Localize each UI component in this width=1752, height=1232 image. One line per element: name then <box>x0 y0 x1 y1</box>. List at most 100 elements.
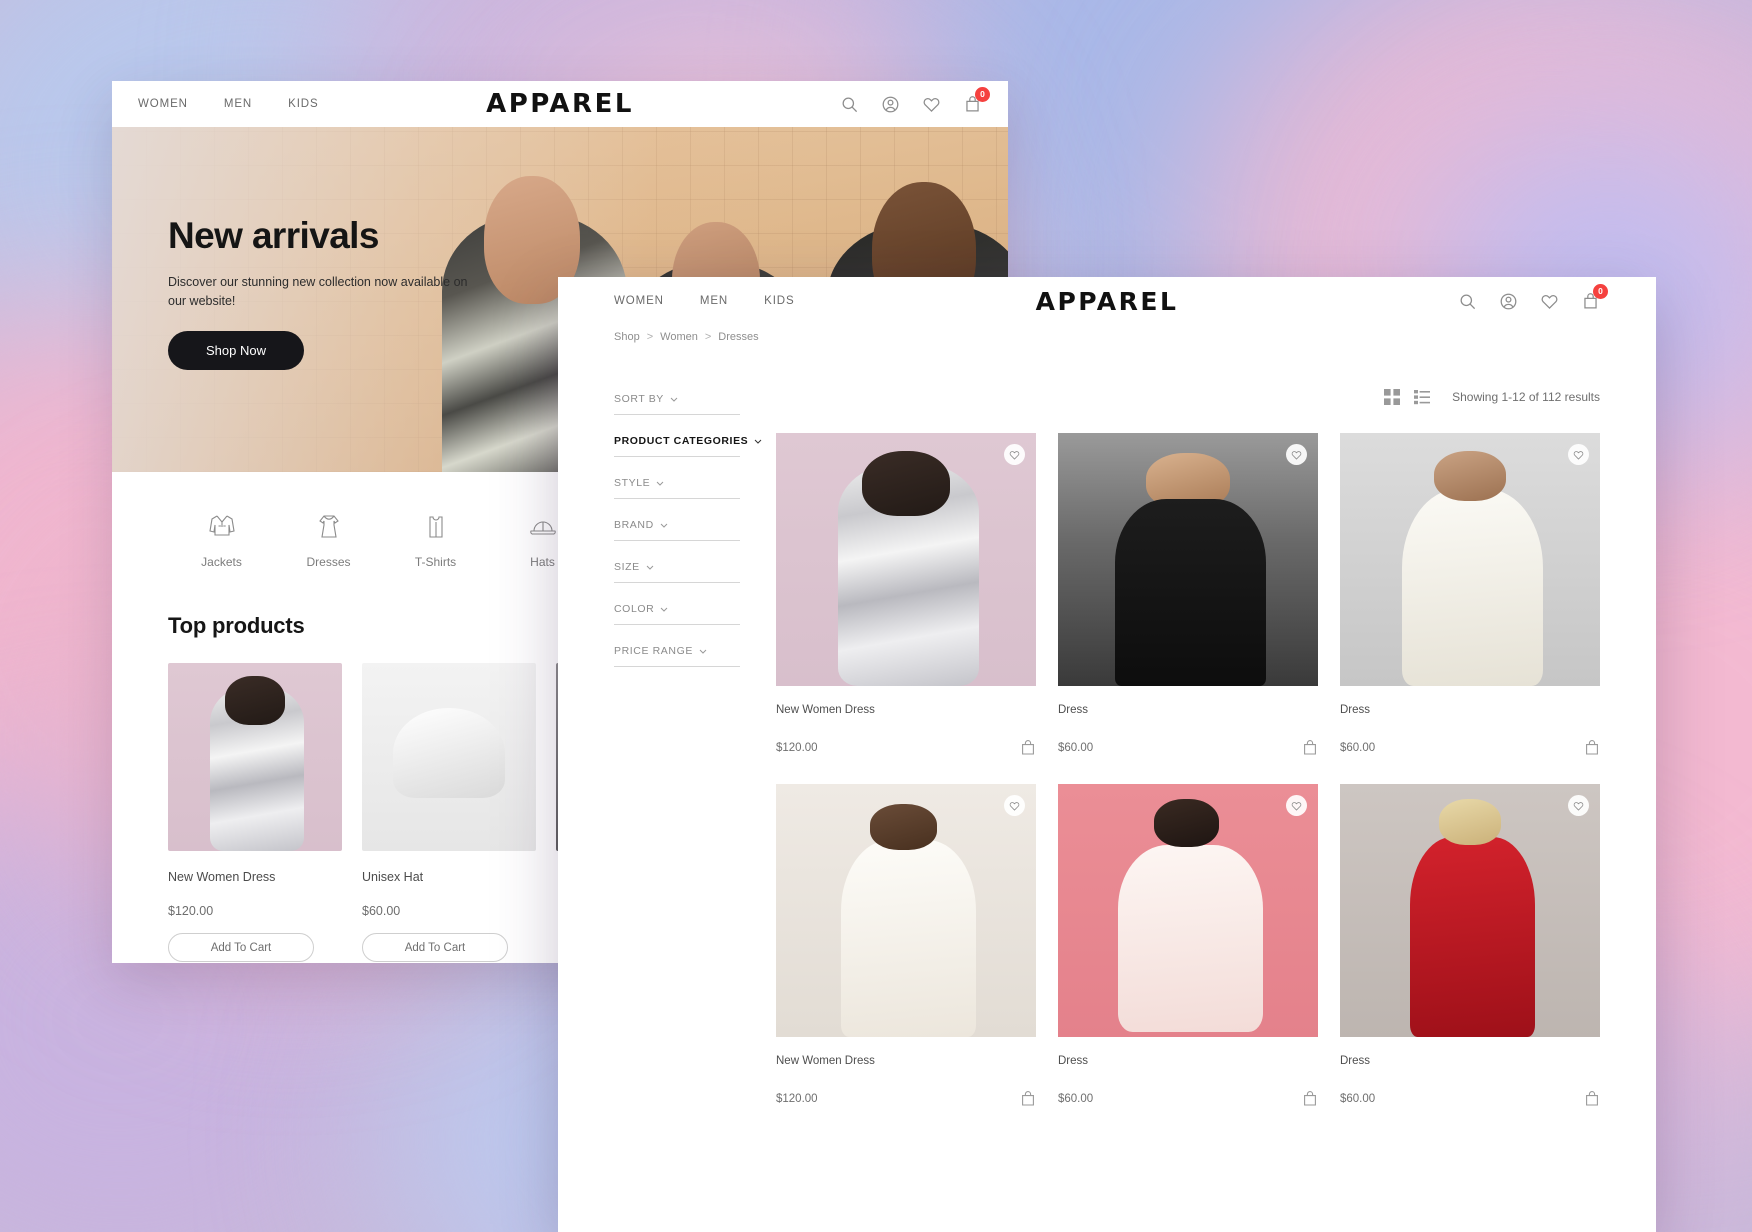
category-dresses[interactable]: Dresses <box>275 510 382 569</box>
home-main-nav: WOMEN MEN KIDS <box>138 98 319 110</box>
nav-item-kids[interactable]: KIDS <box>288 98 318 110</box>
product-meta-row: $60.00 <box>1340 1091 1600 1129</box>
cart-icon[interactable]: 0 <box>1581 283 1608 311</box>
shop-header: WOMEN MEN KIDS APPAREL 0 <box>558 277 1656 325</box>
nav-item-kids[interactable]: KIDS <box>764 295 794 307</box>
product-name: Dress <box>1340 704 1371 716</box>
product-name: Dress <box>1340 1055 1371 1067</box>
account-icon[interactable] <box>1499 292 1518 311</box>
wishlist-heart-icon[interactable] <box>1568 444 1589 465</box>
product-card[interactable]: New Women Dress $120.00 <box>776 433 1036 778</box>
shop-listing-window: WOMEN MEN KIDS APPAREL 0 Shop > Women > … <box>558 277 1656 1232</box>
product-card[interactable]: Dress $60.00 <box>1058 433 1318 778</box>
wishlist-heart-icon[interactable] <box>1540 292 1559 311</box>
product-image[interactable] <box>362 663 536 851</box>
shop-now-button[interactable]: Shop Now <box>168 330 304 370</box>
category-label: Jackets <box>201 555 242 569</box>
account-icon[interactable] <box>881 95 900 114</box>
nav-item-men[interactable]: MEN <box>224 98 252 110</box>
results-count: Showing 1-12 of 112 results <box>1452 390 1600 404</box>
product-image[interactable] <box>776 784 1036 1037</box>
product-price: $60.00 <box>1058 742 1094 754</box>
product-meta-row: $120.00 <box>776 1091 1036 1129</box>
tshirt-icon <box>428 516 443 538</box>
product-name: Dress <box>1058 1055 1089 1067</box>
filter-label: SIZE <box>614 561 640 573</box>
wishlist-heart-icon[interactable] <box>1286 444 1307 465</box>
wishlist-heart-icon[interactable] <box>1004 795 1025 816</box>
product-image[interactable] <box>1340 784 1600 1037</box>
shop-main-nav: WOMEN MEN KIDS <box>614 295 795 307</box>
nav-item-women[interactable]: WOMEN <box>138 98 188 110</box>
add-to-bag-icon[interactable] <box>1303 1091 1318 1107</box>
add-to-bag-icon[interactable] <box>1021 740 1036 756</box>
product-card[interactable]: Dress $60.00 <box>1058 784 1318 1129</box>
filter-size[interactable]: SIZE <box>614 561 740 583</box>
product-price: $120.00 <box>776 1093 818 1105</box>
filter-product-categories[interactable]: PRODUCT CATEGORIES <box>614 435 762 457</box>
category-label: T-Shirts <box>414 555 457 569</box>
category-jackets[interactable]: Jackets <box>168 510 275 569</box>
grid-view-icon[interactable] <box>1384 389 1401 405</box>
breadcrumb-item-women[interactable]: Women <box>660 331 698 343</box>
add-to-cart-button[interactable]: Add To Cart <box>362 933 508 962</box>
wishlist-heart-icon[interactable] <box>1004 444 1025 465</box>
product-image[interactable] <box>1058 433 1318 686</box>
product-photo <box>1340 784 1600 1037</box>
search-icon[interactable] <box>1458 292 1477 311</box>
jacket-icon <box>208 515 235 536</box>
breadcrumb-item-dresses[interactable]: Dresses <box>718 331 758 343</box>
product-image[interactable] <box>1340 433 1600 686</box>
cart-icon[interactable]: 0 <box>963 86 990 114</box>
product-photo <box>776 433 1036 686</box>
wishlist-heart-icon[interactable] <box>922 95 941 114</box>
wishlist-heart-icon[interactable] <box>1286 795 1307 816</box>
add-to-bag-icon[interactable] <box>1021 1091 1036 1107</box>
hero-title: New arrivals <box>168 215 379 256</box>
product-image[interactable] <box>776 433 1036 686</box>
product-price: $60.00 <box>1340 1093 1376 1105</box>
chevron-down-icon <box>646 565 654 570</box>
filter-style[interactable]: STYLE <box>614 477 740 499</box>
wishlist-heart-icon[interactable] <box>1568 795 1589 816</box>
product-card[interactable]: Dress $60.00 <box>1340 433 1600 778</box>
product-card[interactable]: New Women Dress $120.00 Add To Cart <box>168 663 342 962</box>
hat-icon <box>529 521 556 535</box>
chevron-down-icon <box>656 481 664 486</box>
home-header-icons: 0 <box>840 86 990 114</box>
filter-label: PRODUCT CATEGORIES <box>614 435 749 447</box>
product-card[interactable]: New Women Dress $120.00 <box>776 784 1036 1129</box>
chevron-down-icon <box>660 607 668 612</box>
list-view-icon[interactable] <box>1414 389 1431 405</box>
product-price: $120.00 <box>168 904 214 918</box>
filter-sort-by[interactable]: SORT BY <box>614 393 740 415</box>
breadcrumb-item-shop[interactable]: Shop <box>614 331 640 343</box>
filter-color[interactable]: COLOR <box>614 603 740 625</box>
category-tshirts[interactable]: T-Shirts <box>382 510 489 569</box>
product-card[interactable]: Dress $60.00 <box>1340 784 1600 1129</box>
add-to-bag-icon[interactable] <box>1585 740 1600 756</box>
chevron-down-icon <box>670 397 678 402</box>
product-card[interactable]: Unisex Hat $60.00 Add To Cart <box>362 663 536 962</box>
brand-logo[interactable]: APPAREL <box>486 89 634 119</box>
add-to-cart-button[interactable]: Add To Cart <box>168 933 314 962</box>
product-price: $120.00 <box>776 742 818 754</box>
filter-price-range[interactable]: PRICE RANGE <box>614 645 740 667</box>
nav-item-men[interactable]: MEN <box>700 295 728 307</box>
add-to-bag-icon[interactable] <box>1303 740 1318 756</box>
product-image[interactable] <box>168 663 342 851</box>
cart-count-badge: 0 <box>975 86 990 102</box>
product-image[interactable] <box>1058 784 1318 1037</box>
nav-item-women[interactable]: WOMEN <box>614 295 664 307</box>
shop-header-icons: 0 <box>1458 283 1608 311</box>
product-name: New Women Dress <box>776 704 875 716</box>
add-to-bag-icon[interactable] <box>1585 1091 1600 1107</box>
brand-logo[interactable]: APPAREL <box>1036 287 1179 316</box>
product-meta-row: $60.00 <box>1340 740 1600 778</box>
filter-brand[interactable]: BRAND <box>614 519 740 541</box>
product-name: Dress <box>1058 704 1089 716</box>
category-label: Dresses <box>306 555 351 569</box>
product-name: New Women Dress <box>168 870 276 884</box>
dress-icon <box>318 515 339 538</box>
search-icon[interactable] <box>840 95 859 114</box>
